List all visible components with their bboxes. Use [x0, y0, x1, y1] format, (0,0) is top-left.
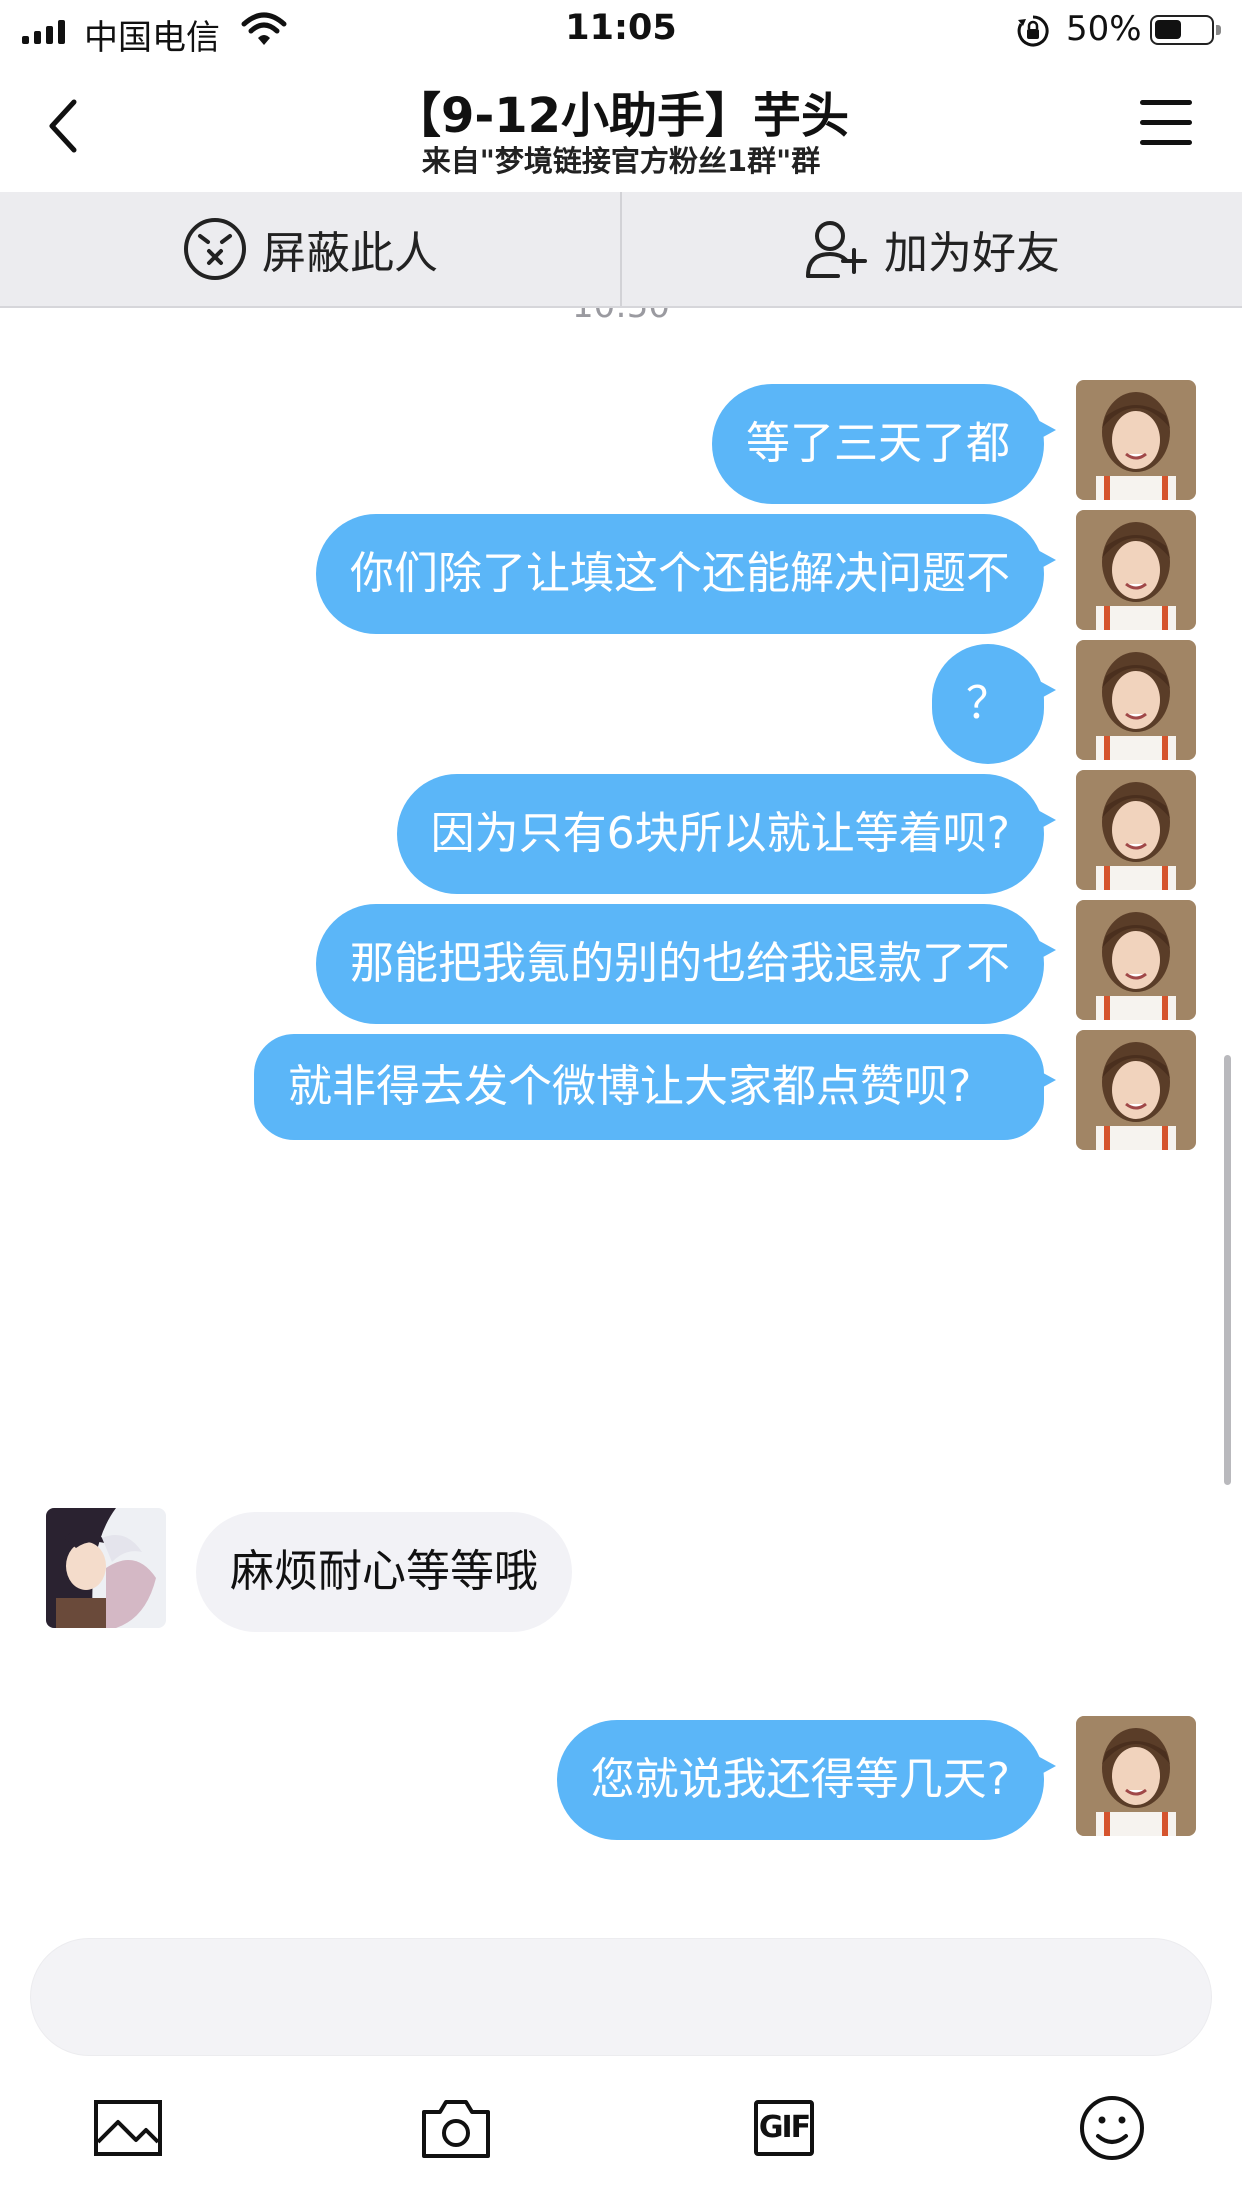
message-bubble[interactable]: 你们除了让填这个还能解决问题不 [316, 514, 1056, 634]
status-bar: 中国电信 11:05 50% [0, 0, 1242, 64]
message-bubble[interactable]: 因为只有6块所以就让等着呗? [396, 774, 1057, 894]
message-bubble[interactable]: 麻烦耐心等等哦 [196, 1512, 572, 1632]
my-avatar[interactable] [1076, 380, 1196, 500]
stranger-action-bar: 屏蔽此人 加为好友 [0, 192, 1242, 308]
gif-label: GIF [754, 2100, 814, 2156]
my-avatar[interactable] [1076, 640, 1196, 760]
scroll-indicator[interactable] [1224, 1055, 1231, 1485]
my-avatar[interactable] [1076, 1716, 1196, 1836]
add-friend-label: 加为好友 [884, 228, 1060, 279]
message-bubble[interactable]: ？ [932, 644, 1056, 764]
navigation-bar: 【9-12小助手】芋头 来自"梦境链接官方粉丝1群"群 [0, 64, 1242, 192]
message-bubble[interactable]: 等了三天了都 [712, 384, 1056, 504]
block-user-label: 屏蔽此人 [262, 228, 438, 279]
message-bubble[interactable]: 就非得去发个微博让大家都点赞呗? [254, 1034, 1056, 1140]
message-input[interactable] [31, 1939, 1211, 2055]
battery-percentage: 50% [1066, 9, 1142, 49]
battery-level-fill [1155, 20, 1181, 39]
status-time: 11:05 [565, 8, 677, 48]
chat-title: 【9-12小助手】芋头 [392, 88, 850, 144]
camera-icon[interactable] [418, 2090, 494, 2166]
message-timestamp: 10:50 [0, 308, 1242, 326]
add-friend-button[interactable]: 加为好友 [622, 192, 1242, 306]
sender-avatar[interactable] [46, 1508, 166, 1628]
message-bubble[interactable]: 那能把我氪的别的也给我退款了不 [316, 904, 1056, 1024]
image-icon[interactable] [90, 2090, 166, 2166]
message-list[interactable]: 10:50 等了三天了都 你们除了让填这个还能解决问题不 ？ 因为只有6块所以就… [0, 308, 1242, 1928]
menu-icon[interactable] [1136, 96, 1196, 152]
message-input-container [30, 1938, 1212, 2056]
my-avatar[interactable] [1076, 900, 1196, 1020]
gif-icon[interactable]: GIF [746, 2090, 822, 2166]
message-bubble[interactable]: 您就说我还得等几天? [556, 1720, 1057, 1840]
block-user-button[interactable]: 屏蔽此人 [0, 192, 620, 306]
my-avatar[interactable] [1076, 510, 1196, 630]
my-avatar[interactable] [1076, 1030, 1196, 1150]
add-person-icon [806, 221, 867, 278]
blocked-face-icon [184, 218, 246, 280]
orientation-lock-icon [1017, 15, 1049, 47]
input-toolbar: GIF [0, 2090, 1242, 2170]
my-avatar[interactable] [1076, 770, 1196, 890]
battery-icon [1150, 15, 1221, 45]
chat-subtitle: 来自"梦境链接官方粉丝1群"群 [421, 144, 821, 178]
emoji-icon[interactable] [1074, 2090, 1150, 2166]
